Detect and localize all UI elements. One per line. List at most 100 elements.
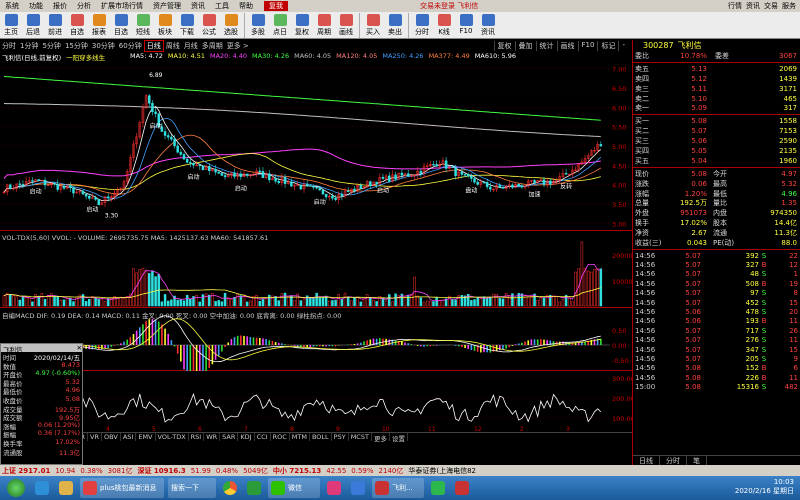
menu-item-help[interactable]: 帮助 xyxy=(234,1,258,11)
system-clock[interactable]: 10:03 2020/2/16 星期日 xyxy=(732,478,800,498)
ask-level-row[interactable]: 卖三 5.11 3171 xyxy=(633,84,800,94)
indicator-tab[interactable]: MTM xyxy=(290,433,310,441)
chart-tool-button[interactable]: 叠加 xyxy=(514,40,536,51)
menu-item-function[interactable]: 功能 xyxy=(24,1,48,11)
toolbar-button-sell[interactable]: 卖出 xyxy=(384,12,406,39)
taskbar-item-news[interactable]: plus桃包最新消息 xyxy=(80,478,164,498)
taskbar-pic[interactable] xyxy=(348,478,368,498)
menu-item-quote[interactable]: 报价 xyxy=(48,1,72,11)
taskbar-media[interactable] xyxy=(324,478,344,498)
bid-level-row[interactable]: 买一 5.08 1558 xyxy=(633,116,800,126)
toolbar-button-home[interactable]: 主页 xyxy=(0,12,22,39)
indicator-tab[interactable]: BOLL xyxy=(310,433,332,441)
toolbar-button-sector[interactable]: 板块 xyxy=(154,12,176,39)
period-tab[interactable]: 1分钟 xyxy=(18,41,40,51)
chart-tool-button[interactable]: 复权 xyxy=(493,40,515,51)
toolbar-button-news[interactable]: 资讯 xyxy=(477,12,499,39)
chart-tool-button[interactable]: F10 xyxy=(577,40,598,51)
toolbar-button-download[interactable]: 下载 xyxy=(176,12,198,39)
bid-level-row[interactable]: 买三 5.06 2590 xyxy=(633,136,800,146)
period-tab[interactable]: 5分钟 xyxy=(40,41,62,51)
taskbar-ths[interactable] xyxy=(428,478,448,498)
side-tab[interactable]: 日线 xyxy=(633,456,660,465)
start-button[interactable] xyxy=(4,478,28,498)
taskbar-chrome[interactable] xyxy=(220,478,240,498)
period-tab[interactable]: 60分钟 xyxy=(117,41,144,51)
toolbar-button-draw[interactable]: 画线 xyxy=(335,12,357,39)
bid-level-row[interactable]: 买四 5.05 2135 xyxy=(633,146,800,156)
toolbar-button-f10[interactable]: F10 xyxy=(455,12,477,39)
indicator-tab[interactable]: OBV xyxy=(102,433,121,441)
chart-tool-button[interactable]: 统计 xyxy=(535,40,557,51)
data-window-titlebar[interactable]: 飞利信 ✕ xyxy=(1,344,82,354)
volume-chart-panel[interactable]: VOL-TDX(5,60) VVOL: - VOLUME: 2695735.75… xyxy=(0,233,632,308)
indicator-tab[interactable]: 更多 xyxy=(372,433,390,443)
taskbar-app2[interactable] xyxy=(452,478,472,498)
taskbar-360[interactable] xyxy=(244,478,264,498)
toolbar-button-adjust[interactable]: 复权 xyxy=(291,12,313,39)
indicator-tab[interactable]: RSI xyxy=(189,433,205,441)
close-icon[interactable]: ✕ xyxy=(77,344,82,352)
period-tab[interactable]: 日线 xyxy=(143,39,164,52)
menu-item-asset[interactable]: 资产管理 xyxy=(148,1,186,11)
period-tab[interactable]: 更多 > xyxy=(225,41,251,51)
indicator-tab[interactable]: PSY xyxy=(332,433,349,441)
toolbar-button-screen[interactable]: 选股 xyxy=(220,12,242,39)
indicator-tab[interactable]: WR xyxy=(204,433,221,441)
indicator-tab[interactable]: EMV xyxy=(136,433,156,441)
indicator-tab[interactable]: ROC xyxy=(271,433,290,441)
tab-quote[interactable]: 行情 xyxy=(728,1,742,11)
ask-level-row[interactable]: 卖一 5.09 317 xyxy=(633,103,800,113)
period-tab[interactable]: 30分钟 xyxy=(90,41,117,51)
chart-tool-button[interactable]: - xyxy=(618,40,628,51)
toolbar-button-select[interactable]: 目选 xyxy=(110,12,132,39)
period-tab[interactable]: 分时 xyxy=(0,41,18,51)
taskbar-folder[interactable] xyxy=(56,478,76,498)
toolbar-button-back[interactable]: 后退 xyxy=(22,12,44,39)
toolbar-button-star[interactable]: 自选 xyxy=(66,12,88,39)
tab-news[interactable]: 资讯 xyxy=(746,1,760,11)
menu-item-tools[interactable]: 工具 xyxy=(210,1,234,11)
indicator-tab[interactable]: VR xyxy=(88,433,103,441)
chart-tool-button[interactable]: 标记 xyxy=(597,40,618,51)
taskbar-ie[interactable] xyxy=(32,478,52,498)
tab-service[interactable]: 服务 xyxy=(782,1,796,11)
toolbar-button-kline[interactable]: K线 xyxy=(433,12,455,39)
oscillator-chart-panel[interactable]: 300.00200.00100.00345678910111223 xyxy=(0,372,632,432)
indicator-tab[interactable]: ASI xyxy=(121,433,137,441)
ask-level-row[interactable]: 卖四 5.12 1439 xyxy=(633,74,800,84)
tab-trade[interactable]: 交易 xyxy=(764,1,778,11)
macd-chart-panel[interactable]: 自编MACD DIF: 0.19 DEA: 0.14 MACD: 0.11 金叉… xyxy=(0,309,632,371)
taskbar-item-wechat[interactable]: 微信 xyxy=(268,478,320,498)
menu-item-analysis[interactable]: 分析 xyxy=(72,1,96,11)
side-tab[interactable]: 笔 xyxy=(687,456,707,465)
tick-list[interactable]: 14:56 5.07 392 S 22 14:56 5.07 327 B 12 14:56 5.07 4… xyxy=(633,251,800,392)
ask-level-row[interactable]: 卖五 5.13 2069 xyxy=(633,64,800,74)
side-tab[interactable]: 分时 xyxy=(660,456,687,465)
toolbar-button-intraday[interactable]: 分时 xyxy=(411,12,433,39)
period-tab[interactable]: 15分钟 xyxy=(63,41,90,51)
indicator-tab[interactable]: VOL-TDX xyxy=(156,433,189,441)
period-tab[interactable]: 周线 xyxy=(164,41,182,51)
toolbar-button-forward[interactable]: 前进 xyxy=(44,12,66,39)
chart-tool-button[interactable]: 画线 xyxy=(556,40,578,51)
indicator-tab[interactable]: KDJ xyxy=(238,433,255,441)
mode-badge[interactable]: 复我 xyxy=(264,1,288,11)
toolbar-button-report[interactable]: 报表 xyxy=(88,12,110,39)
ask-level-row[interactable]: 卖二 5.10 465 xyxy=(633,94,800,104)
kline-chart-panel[interactable]: 飞利信(日线,前复权) 一阳穿多线生 MA5: 4.72 MA10: 4.51 MA… xyxy=(0,51,632,231)
bid-level-row[interactable]: 买五 5.04 1960 xyxy=(633,156,800,166)
indicator-tab[interactable]: SAR xyxy=(220,433,239,441)
toolbar-button-period[interactable]: 周期 xyxy=(313,12,335,39)
toolbar-button-buy[interactable]: 买入 xyxy=(362,12,384,39)
toolbar-button-day[interactable]: 点日 xyxy=(269,12,291,39)
bid-level-row[interactable]: 买二 5.07 7153 xyxy=(633,126,800,136)
menu-item-news[interactable]: 资讯 xyxy=(186,1,210,11)
indicator-tab[interactable]: MCST xyxy=(349,433,372,441)
toolbar-button-formula[interactable]: 公式 xyxy=(198,12,220,39)
period-tab[interactable]: 多周期 xyxy=(200,41,225,51)
toolbar-button-short[interactable]: 短线 xyxy=(132,12,154,39)
taskbar-item-trading[interactable]: 飞利... xyxy=(372,478,424,498)
taskbar-item-search[interactable]: 搜索一下 xyxy=(168,478,216,498)
indicator-tab[interactable]: CCI xyxy=(255,433,271,441)
